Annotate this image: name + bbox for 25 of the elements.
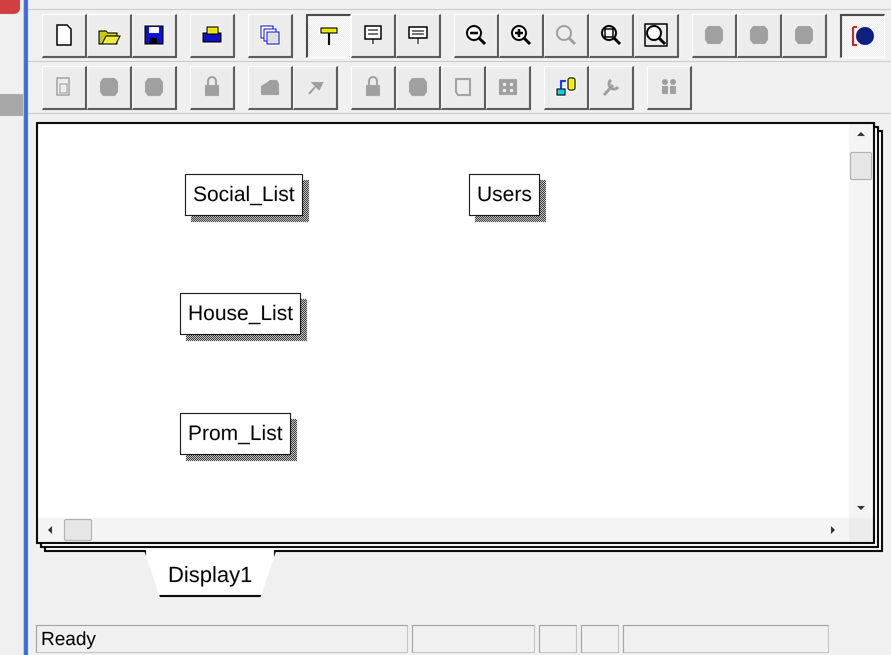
windows-icon [258,23,282,47]
sheet-tab[interactable]: Display1 [144,550,276,597]
shape-icon [747,23,771,47]
status-pane [581,625,619,653]
zoom-fit-icon [644,23,668,47]
scroll-down-icon[interactable] [857,506,865,510]
toolbar-button[interactable] [306,14,351,58]
vertical-scrollbar[interactable] [849,124,873,518]
zoom-out-icon [464,23,488,47]
zoom-icon [554,23,578,47]
horizontal-scrollbar[interactable] [38,518,849,542]
zoom-in-icon [509,23,533,47]
zoom-box-icon [599,23,623,47]
scroll-left-icon[interactable] [48,526,52,534]
status-text: Ready [36,625,408,653]
scroll-right-icon[interactable] [831,526,835,534]
scroll-thumb[interactable] [64,519,92,541]
shape-icon [406,75,430,99]
scroll-up-icon[interactable] [857,132,865,136]
status-pane [539,625,577,653]
shape-icon [792,23,816,47]
shape-icon [702,23,726,47]
scroll-thumb[interactable] [850,152,872,180]
toolbar-button[interactable] [840,14,885,58]
scrollbar-corner [849,518,873,542]
